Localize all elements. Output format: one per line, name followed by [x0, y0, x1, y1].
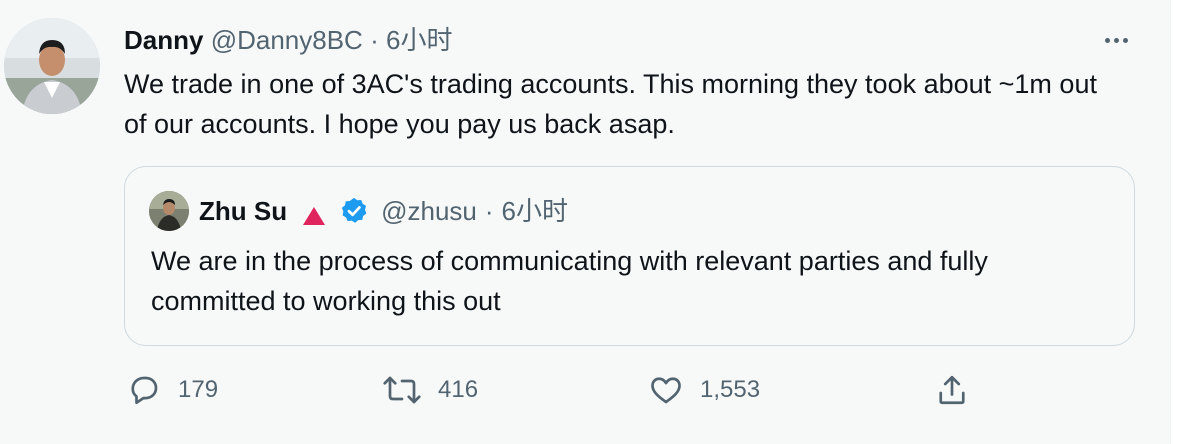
quoted-timestamp: 6小时: [501, 196, 569, 226]
panel-edge: [1170, 0, 1190, 444]
quoted-separator-dot: ·: [484, 196, 494, 226]
more-icon[interactable]: [1098, 28, 1134, 52]
heart-icon: [648, 372, 684, 408]
verified-badge-icon: [339, 196, 369, 226]
quoted-author-name: Zhu Su: [199, 196, 288, 226]
author-avatar[interactable]: [4, 18, 100, 114]
quoted-author-handle: @zhusu: [381, 196, 477, 226]
like-count: 1,553: [700, 376, 761, 403]
share-button[interactable]: [934, 370, 970, 410]
retweet-button[interactable]: 416: [382, 370, 478, 410]
quoted-tweet[interactable]: Zhu Su @zhusu · 6小时 We are in the proces…: [124, 166, 1135, 346]
reply-button[interactable]: 179: [126, 370, 218, 410]
like-button[interactable]: 1,553: [648, 370, 760, 410]
author-handle[interactable]: @Danny8BC: [211, 25, 363, 55]
red-triangle-icon: [301, 200, 327, 225]
retweet-count: 416: [438, 376, 479, 403]
tweet-header: Danny @Danny8BC · 6小时: [124, 22, 452, 58]
reply-icon: [126, 372, 162, 408]
author-name[interactable]: Danny: [124, 25, 203, 55]
tweet-actions: 179 416 1,553: [124, 370, 984, 410]
retweet-icon: [382, 372, 422, 408]
tweet-card[interactable]: Danny @Danny8BC · 6小时 We trade in one of…: [0, 0, 1190, 444]
quoted-header: Zhu Su @zhusu · 6小时: [199, 193, 568, 229]
tweet-text: We trade in one of 3AC's trading account…: [124, 69, 1097, 139]
quoted-author-avatar: [149, 191, 189, 231]
quoted-tweet-text: We are in the process of communicating w…: [151, 246, 988, 316]
tweet-timestamp[interactable]: 6小时: [386, 25, 452, 55]
separator-dot: ·: [370, 25, 379, 55]
share-icon: [934, 372, 970, 408]
reply-count: 179: [178, 376, 219, 403]
